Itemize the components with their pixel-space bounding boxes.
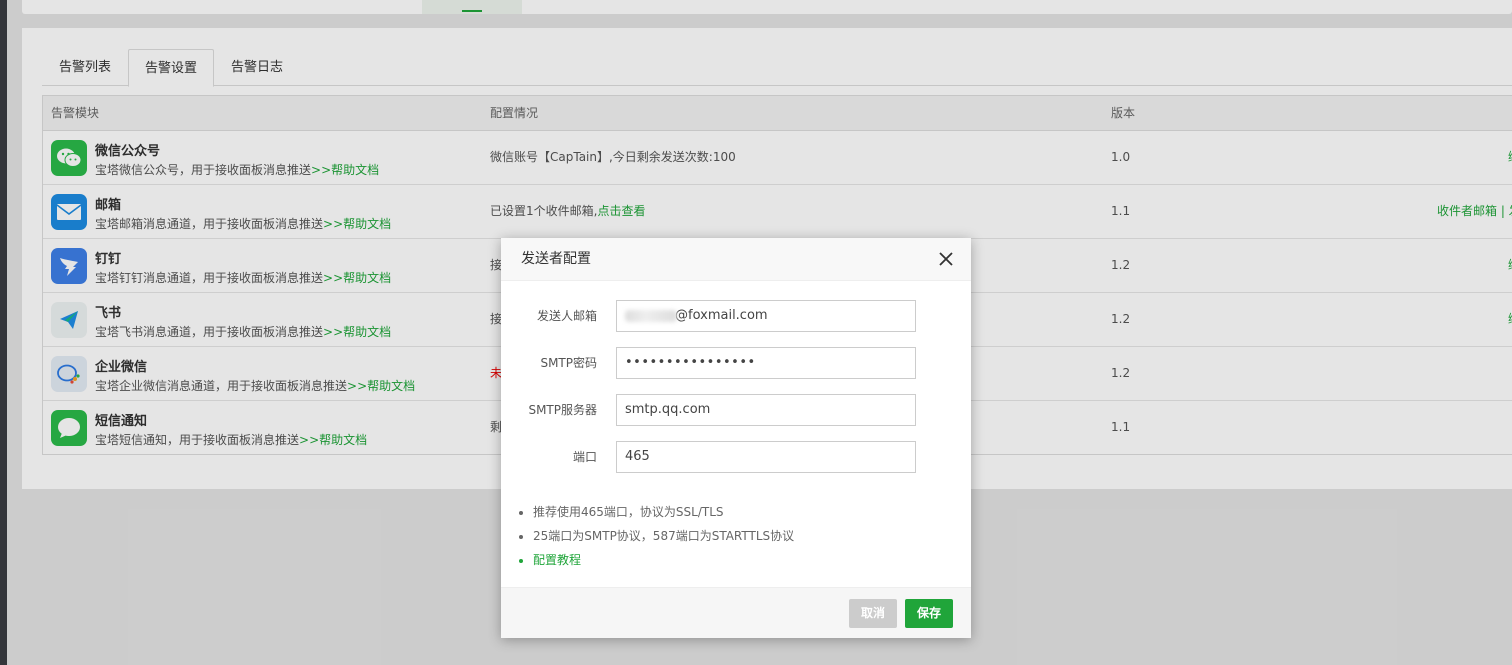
smtp-password-input[interactable]: •••••••••••••••• <box>616 347 916 379</box>
field-label: 发送人邮箱 <box>536 309 597 323</box>
cancel-button[interactable]: 取消 <box>849 599 898 628</box>
smtp-server-input[interactable]: smtp.qq.com <box>616 394 916 426</box>
smtp-password-row: SMTP密码 •••••••••••••••• <box>501 347 971 379</box>
sender-config-dialog: 发送者配置 发送人邮箱 @foxmail.com SMTP密码 ••••••••… <box>501 238 971 638</box>
save-button[interactable]: 保存 <box>905 599 954 628</box>
tip-item: 推荐使用465端口，协议为SSL/TLS <box>533 500 794 524</box>
sender-email-row: 发送人邮箱 @foxmail.com <box>501 300 971 332</box>
tips-list: 推荐使用465端口，协议为SSL/TLS 25端口为SMTP协议，587端口为S… <box>515 500 794 572</box>
config-tutorial-link[interactable]: 配置教程 <box>533 548 794 572</box>
dialog-header: 发送者配置 <box>501 238 971 281</box>
tip-item: 25端口为SMTP协议，587端口为STARTTLS协议 <box>533 524 794 548</box>
port-input[interactable]: 465 <box>616 441 916 473</box>
smtp-server-row: SMTP服务器 smtp.qq.com <box>501 394 971 426</box>
sender-email-input[interactable]: @foxmail.com <box>616 300 916 332</box>
field-label: SMTP服务器 <box>528 403 597 417</box>
redacted-blur <box>625 310 677 322</box>
field-label: 端口 <box>572 450 597 464</box>
close-icon[interactable] <box>937 250 955 268</box>
port-row: 端口 465 <box>501 441 971 473</box>
dialog-footer: 取消 保存 <box>501 587 971 638</box>
dialog-title: 发送者配置 <box>521 251 591 267</box>
field-label: SMTP密码 <box>540 356 597 370</box>
